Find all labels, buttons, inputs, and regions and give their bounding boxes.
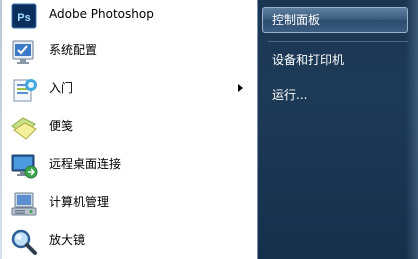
program-label: 入门 xyxy=(49,81,74,95)
program-label: 计算机管理 xyxy=(49,195,110,209)
program-item-remote-desktop[interactable]: 远程桌面连接 xyxy=(0,147,257,185)
remote-desktop-icon xyxy=(9,151,39,181)
program-label: 放大镜 xyxy=(49,233,86,247)
program-item-getting-started[interactable]: 入门 xyxy=(0,71,257,109)
program-label: Adobe Photoshop xyxy=(49,7,154,21)
sticky-notes-icon xyxy=(9,113,39,143)
program-label: 系统配置 xyxy=(49,43,98,57)
program-item-photoshop[interactable]: Ps Adobe Photoshop xyxy=(0,0,257,35)
control-panel-link[interactable]: 控制面板 xyxy=(262,7,408,33)
magnifier-icon xyxy=(9,227,39,257)
program-item-system-config[interactable]: 系统配置 xyxy=(0,33,257,71)
programs-list: Ps Adobe Photoshop 系统配置 入门 便笺 远程桌面连接 计算机… xyxy=(0,0,257,259)
system-config-icon xyxy=(9,37,39,67)
getting-started-icon xyxy=(9,75,39,105)
program-item-sticky-notes[interactable]: 便笺 xyxy=(0,109,257,147)
program-label: 远程桌面连接 xyxy=(49,157,122,171)
computer-management-icon xyxy=(9,189,39,219)
photoshop-icon: Ps xyxy=(9,1,39,31)
program-item-magnifier[interactable]: 放大镜 xyxy=(0,223,257,259)
start-menu: Ps Adobe Photoshop 系统配置 入门 便笺 远程桌面连接 计算机… xyxy=(0,0,418,259)
submenu-arrow-icon xyxy=(238,84,243,92)
devices-and-printers-link[interactable]: 设备和打印机 xyxy=(262,47,408,73)
svg-text:Ps: Ps xyxy=(17,12,30,24)
divider xyxy=(268,41,408,42)
system-links-pane: 控制面板 设备和打印机 运行... xyxy=(257,0,418,259)
program-item-computer-management[interactable]: 计算机管理 xyxy=(0,185,257,223)
run-link[interactable]: 运行... xyxy=(262,82,408,108)
program-label: 便笺 xyxy=(49,119,74,133)
